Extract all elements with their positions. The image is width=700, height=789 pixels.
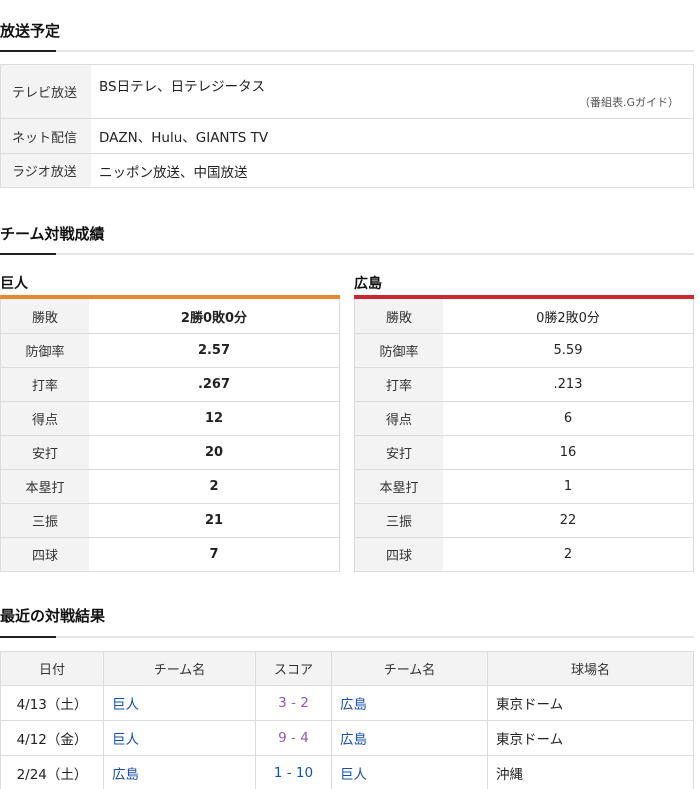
stats-value: 1 — [563, 479, 573, 494]
stats-row: 得点 12 — [1, 401, 339, 435]
tv-guide-note: （番組表.Gガイド） — [578, 96, 679, 109]
stats-value: 2勝0敗0分 — [180, 310, 248, 326]
recent-results-title-rule — [0, 636, 694, 638]
game-date: 2/24（土） — [16, 767, 88, 783]
stats-row: 四球 7 — [1, 537, 339, 571]
stats-label: 四球 — [355, 538, 443, 571]
broadcast-table: テレビ放送 BS日テレ、日テレジータス （番組表.Gガイド） ネット配信 DAZ… — [0, 64, 694, 188]
team1-link[interactable]: 広島 — [112, 763, 139, 783]
stats-row: 安打 16 — [355, 435, 693, 469]
broadcast-label: ネット配信 — [1, 119, 91, 153]
broadcast-label: テレビ放送 — [1, 65, 91, 118]
stats-value: 2 — [209, 479, 219, 494]
stats-label: 勝敗 — [355, 299, 443, 333]
team-name-carp: 広島 — [354, 276, 382, 292]
header-score: スコア — [255, 652, 331, 685]
stats-label: 三振 — [1, 504, 89, 537]
recent-results-table: 日付 チーム名 スコア チーム名 球場名 4/13（土） 巨人 3 - 2 広島… — [0, 651, 694, 789]
venue: 東京ドーム — [487, 686, 693, 720]
game-date: 4/12（金） — [16, 732, 88, 748]
team1-link[interactable]: 巨人 — [112, 728, 139, 748]
team-stats-table-giants: 勝敗 2勝0敗0分 防御率 2.57 打率 .267 得点 12 安打 20 本塁打 2 三… — [0, 299, 340, 572]
table-row: 4/13（土） 巨人 3 - 2 広島 東京ドーム — [1, 685, 693, 720]
venue: 沖縄 — [487, 756, 693, 789]
stats-label: 本塁打 — [1, 470, 89, 503]
broadcast-row-tv: テレビ放送 BS日テレ、日テレジータス （番組表.Gガイド） — [1, 65, 693, 118]
broadcast-label: ラジオ放送 — [1, 154, 91, 187]
results-header-row: 日付 チーム名 スコア チーム名 球場名 — [1, 652, 693, 685]
stats-row: 安打 20 — [1, 435, 339, 469]
stats-label: 得点 — [355, 402, 443, 435]
stats-value: 5.59 — [553, 343, 583, 358]
team2-link[interactable]: 巨人 — [340, 763, 367, 783]
stats-label: 打率 — [355, 368, 443, 401]
stats-row: 本塁打 2 — [1, 469, 339, 503]
stats-row: 防御率 5.59 — [355, 333, 693, 367]
team-stats-table-carp: 勝敗 0勝2敗0分 防御率 5.59 打率 .213 得点 6 安打 16 本塁打 1 三振… — [354, 299, 694, 572]
stats-row: 打率 .267 — [1, 367, 339, 401]
team1-link[interactable]: 巨人 — [112, 693, 139, 713]
stats-value: 12 — [204, 411, 224, 426]
score-link[interactable]: 3 - 2 — [278, 695, 309, 711]
stats-label: 防御率 — [1, 334, 89, 367]
stats-value: .213 — [553, 377, 583, 392]
stats-row: 三振 21 — [1, 503, 339, 537]
stats-value: 2 — [563, 547, 573, 562]
stats-value: 2.57 — [197, 343, 231, 358]
game-date: 4/13（土） — [16, 697, 88, 713]
table-row: 2/24（土） 広島 1 - 10 巨人 沖縄 — [1, 755, 693, 789]
stats-label: 打率 — [1, 368, 89, 401]
stats-value: 0勝2敗0分 — [536, 310, 600, 326]
header-team2: チーム名 — [331, 652, 487, 685]
team2-link[interactable]: 広島 — [340, 693, 367, 713]
score-link[interactable]: 9 - 4 — [278, 730, 309, 746]
stats-row: 防御率 2.57 — [1, 333, 339, 367]
team-stats-title-rule — [0, 253, 694, 255]
stats-label: 防御率 — [355, 334, 443, 367]
broadcast-title-rule — [0, 50, 694, 52]
broadcast-value: DAZN、Hulu、GIANTS TV — [99, 130, 269, 146]
recent-results-section-title: 最近の対戦結果 — [0, 607, 106, 625]
broadcast-value: BS日テレ、日テレジータス （番組表.Gガイド） — [91, 65, 693, 118]
broadcast-row-radio: ラジオ放送 ニッポン放送、中国放送 — [1, 153, 693, 187]
stats-value: 20 — [204, 445, 224, 460]
stats-value: 21 — [204, 513, 224, 528]
stats-value: 22 — [559, 513, 577, 528]
stats-label: 安打 — [1, 436, 89, 469]
stats-value: 7 — [209, 547, 219, 562]
header-team1: チーム名 — [103, 652, 255, 685]
team2-link[interactable]: 広島 — [340, 728, 367, 748]
team-name-giants: 巨人 — [0, 276, 28, 292]
broadcast-row-net: ネット配信 DAZN、Hulu、GIANTS TV — [1, 118, 693, 153]
table-row: 4/12（金） 巨人 9 - 4 広島 東京ドーム — [1, 720, 693, 755]
stats-value: .267 — [197, 377, 231, 392]
header-venue: 球場名 — [487, 652, 693, 685]
stats-value: 16 — [559, 445, 577, 460]
stats-row: 三振 22 — [355, 503, 693, 537]
venue: 東京ドーム — [487, 721, 693, 755]
stats-label: 本塁打 — [355, 470, 443, 503]
stats-label: 安打 — [355, 436, 443, 469]
score-link[interactable]: 1 - 10 — [274, 765, 313, 781]
stats-row: 得点 6 — [355, 401, 693, 435]
header-date: 日付 — [38, 663, 65, 678]
broadcast-value: ニッポン放送、中国放送 — [99, 164, 248, 181]
team-stats-section-title: チーム対戦成績 — [0, 225, 105, 243]
stats-row: 勝敗 0勝2敗0分 — [355, 299, 693, 333]
stats-row: 本塁打 1 — [355, 469, 693, 503]
broadcast-channels: BS日テレ、日テレジータス — [99, 79, 266, 95]
stats-row: 勝敗 2勝0敗0分 — [1, 299, 339, 333]
stats-row: 四球 2 — [355, 537, 693, 571]
stats-value: 6 — [563, 411, 573, 426]
stats-label: 四球 — [1, 538, 89, 571]
stats-label: 得点 — [1, 402, 89, 435]
stats-label: 勝敗 — [1, 299, 89, 333]
stats-label: 三振 — [355, 504, 443, 537]
stats-row: 打率 .213 — [355, 367, 693, 401]
broadcast-section-title: 放送予定 — [0, 22, 61, 40]
